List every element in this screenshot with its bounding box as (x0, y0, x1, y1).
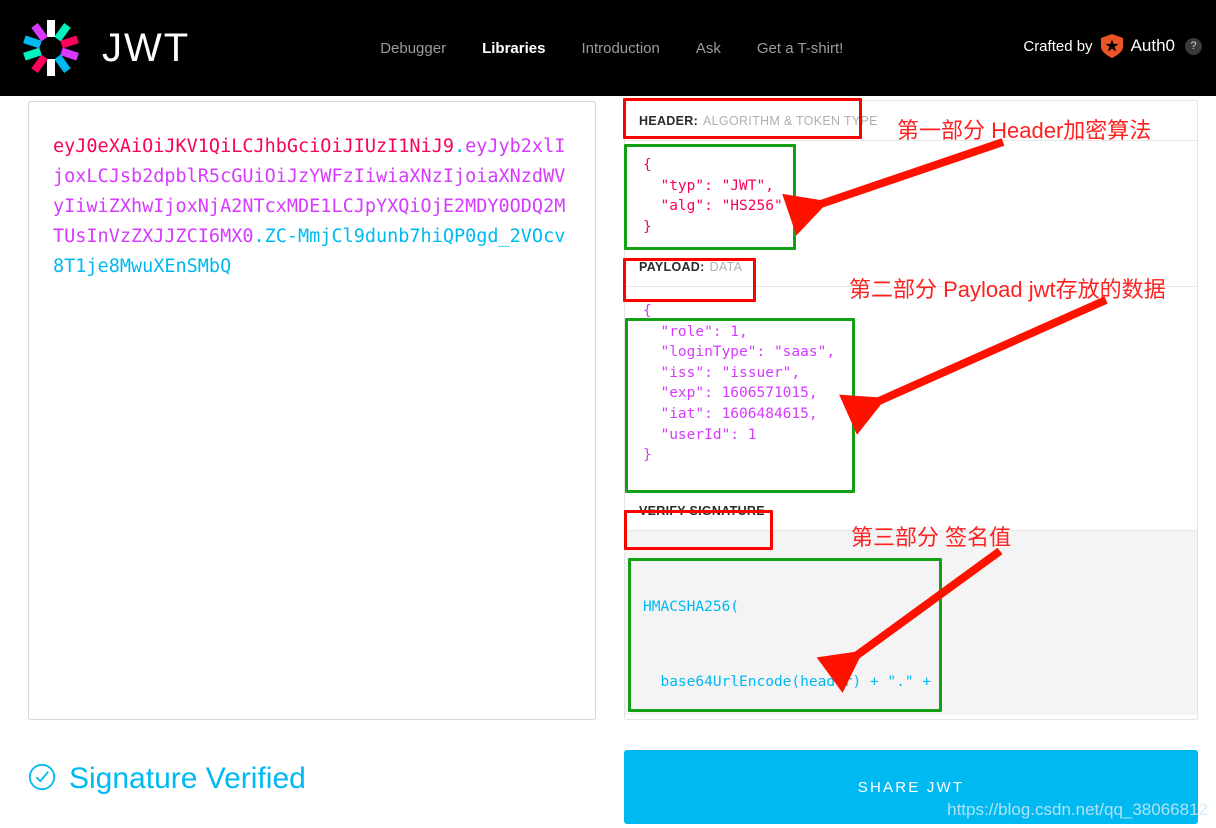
signature-status: Signature Verified (28, 762, 306, 796)
signature-label-strong: VERIFY SIGNATURE (639, 503, 765, 518)
payload-label-strong: PAYLOAD: (639, 259, 705, 274)
encoded-token-panel[interactable]: eyJ0eXAiOiJKV1QiLCJhbGciOiJIUzI1NiJ9.eyJ… (28, 101, 596, 720)
payload-label-muted: DATA (709, 259, 743, 274)
auth0-logo-icon (1100, 34, 1123, 58)
header-label-strong: HEADER: (639, 113, 699, 128)
hmac-line-2: base64UrlEncode(header) + "." + (643, 674, 932, 690)
nav-item-get-a-tshirt[interactable]: Get a T-shirt! (757, 40, 843, 57)
token-dot-1: . (453, 136, 466, 157)
header-section-label: HEADER: ALGORITHM & TOKEN TYPE (625, 101, 1197, 141)
signature-section-label: VERIFY SIGNATURE (625, 491, 1197, 531)
crafted-by-block: Crafted by Auth0 ? (1023, 34, 1202, 58)
page-root: JWT Debugger Libraries Introduction Ask … (0, 0, 1216, 828)
header-json-editor[interactable]: { "typ": "JWT", "alg": "HS256" } (625, 141, 1197, 247)
payload-section-label: PAYLOAD: DATA (625, 247, 1197, 287)
nav-links: Debugger Libraries Introduction Ask Get … (380, 40, 843, 57)
brand[interactable]: JWT (22, 19, 190, 77)
brand-title: JWT (102, 25, 191, 70)
help-icon[interactable]: ? (1185, 37, 1202, 55)
jwt-burst-icon (22, 19, 80, 77)
signature-status-text: Signature Verified (69, 762, 306, 795)
nav-item-ask[interactable]: Ask (696, 40, 721, 57)
crafted-by-label: Crafted by (1023, 37, 1093, 55)
header-json-code: { "typ": "JWT", "alg": "HS256" } (643, 157, 783, 235)
top-navigation-bar: JWT Debugger Libraries Introduction Ask … (0, 0, 1216, 96)
token-dot-2: . (253, 226, 265, 247)
check-circle-icon (28, 763, 56, 796)
payload-json-code: { "role": 1, "loginType": "saas", "iss":… (643, 303, 836, 464)
auth0-label: Auth0 (1130, 36, 1175, 55)
hmac-line-1: HMACSHA256( (643, 599, 740, 615)
share-jwt-button[interactable]: SHARE JWT (624, 750, 1198, 824)
signature-editor[interactable]: HMACSHA256( base64UrlEncode(header) + ".… (625, 531, 1197, 821)
encoded-token-text[interactable]: eyJ0eXAiOiJKV1QiLCJhbGciOiJIUzI1NiJ9.eyJ… (29, 102, 595, 282)
decoded-panel: HEADER: ALGORITHM & TOKEN TYPE { "typ": … (624, 100, 1198, 821)
nav-item-introduction[interactable]: Introduction (581, 40, 659, 57)
payload-json-editor[interactable]: { "role": 1, "loginType": "saas", "iss":… (625, 287, 1197, 491)
token-header-part: eyJ0eXAiOiJKV1QiLCJhbGciOiJIUzI1NiJ9 (53, 136, 454, 157)
nav-item-libraries[interactable]: Libraries (482, 40, 545, 57)
nav-item-debugger[interactable]: Debugger (380, 40, 446, 57)
header-label-muted: ALGORITHM & TOKEN TYPE (703, 113, 878, 128)
